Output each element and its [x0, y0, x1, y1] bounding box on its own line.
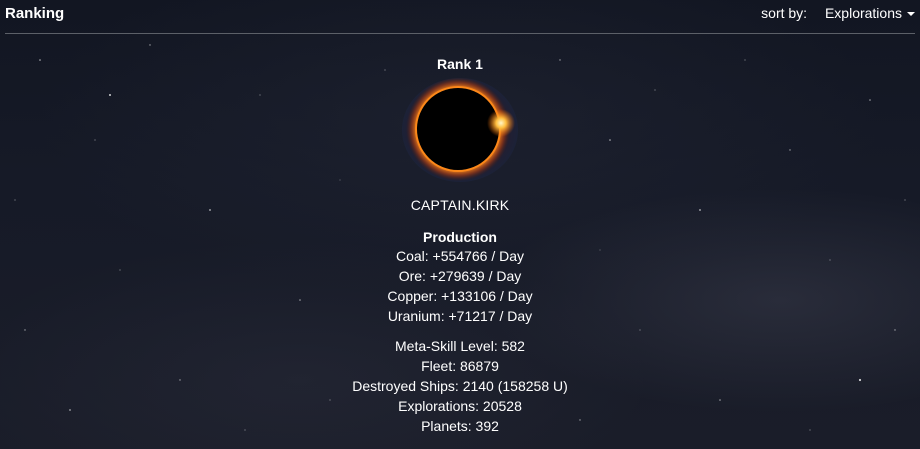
stat-explorations: Explorations: 20528 — [398, 398, 522, 414]
sort-control: sort by: Explorations — [761, 5, 915, 21]
rank-card: Rank 1 CAPTAIN.KIRK Production Coal: +55… — [0, 55, 920, 436]
stat-meta-skill-level: Meta-Skill Level: 582 — [395, 338, 525, 354]
production-uranium: Uranium: +71217 / Day — [387, 308, 533, 324]
production-heading: Production — [423, 229, 497, 245]
sort-value: Explorations — [824, 5, 902, 21]
production-list: Coal: +554766 / Day Ore: +279639 / Day C… — [0, 246, 920, 326]
stat-planets: Planets: 392 — [421, 418, 499, 434]
stat-fleet: Fleet: 86879 — [421, 358, 499, 374]
ranking-header: Ranking sort by: Explorations — [5, 0, 915, 34]
rank-title: Rank 1 — [437, 56, 483, 72]
production-ore: Ore: +279639 / Day — [398, 268, 522, 284]
stats-list: Meta-Skill Level: 582 Fleet: 86879 Destr… — [0, 336, 920, 436]
production-coal: Coal: +554766 / Day — [395, 248, 525, 264]
page-title: Ranking — [5, 5, 65, 22]
sort-dropdown[interactable]: Explorations — [825, 5, 915, 21]
production-copper: Copper: +133106 / Day — [387, 288, 533, 304]
player-name[interactable]: CAPTAIN.KIRK — [0, 196, 920, 214]
sort-label: sort by: — [761, 5, 808, 21]
stat-destroyed-ships: Destroyed Ships: 2140 (158258 U) — [352, 378, 568, 394]
eclipse-avatar[interactable] — [401, 77, 519, 183]
caret-down-icon — [907, 12, 915, 16]
